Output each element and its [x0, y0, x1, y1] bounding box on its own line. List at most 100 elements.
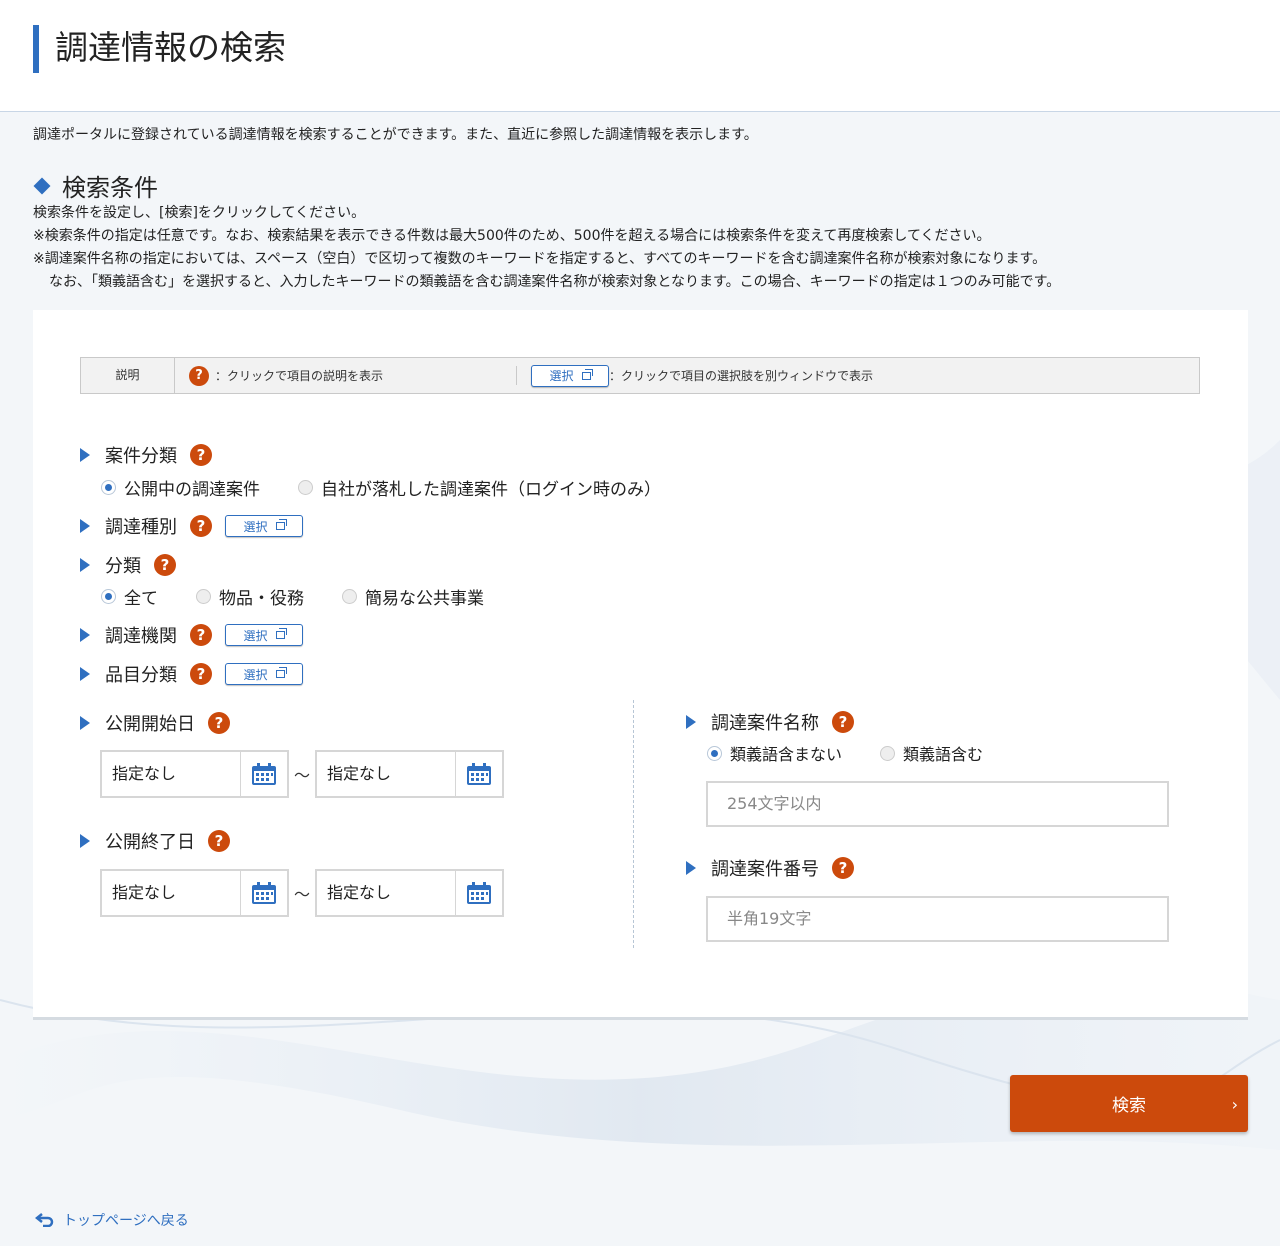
field-label: 公開開始日: [105, 714, 195, 735]
legend-help-text: ：クリックで項目の説明を表示: [215, 369, 384, 383]
select-label: 選択: [549, 369, 574, 383]
help-icon[interactable]: ?: [190, 515, 212, 537]
case-name-input[interactable]: 254文字以内: [706, 781, 1169, 827]
radio-simple-public-works[interactable]: 簡易な公共事業: [342, 584, 484, 609]
radio-label: 公開中の調達案件: [124, 480, 260, 500]
radio-won-cases[interactable]: 自社が落札した調達案件（ログイン時のみ）: [298, 475, 661, 500]
field-label: 調達種別: [105, 517, 177, 538]
triangle-icon: [80, 667, 90, 681]
page-header: 調達情報の検索: [0, 0, 1280, 112]
publish-start-from[interactable]: 指定なし: [100, 750, 289, 798]
field-category: 分類 ?: [80, 552, 176, 578]
help-icon[interactable]: ?: [190, 444, 212, 466]
search-button-label: 検索: [1112, 1096, 1146, 1116]
field-label: 調達機関: [105, 626, 177, 647]
new-window-icon: [275, 628, 287, 639]
help-icon: ?: [189, 365, 209, 386]
instruction-line: ※検索条件の指定は任意です。なお、検索結果を表示できる件数は最大500件のため、…: [33, 228, 991, 244]
legend-help: ? ：クリックで項目の説明を表示: [175, 365, 517, 386]
search-button[interactable]: 検索 ›: [1010, 1075, 1248, 1132]
field-item-category: 品目分類 ? 選択: [80, 661, 303, 687]
calendar-icon[interactable]: [241, 752, 287, 796]
triangle-icon: [80, 716, 90, 730]
instructions: 検索条件を設定し、[検索]をクリックしてください。 ※検索条件の指定は任意です。…: [33, 202, 1060, 294]
case-name-radios: 類義語含まない 類義語含む: [707, 741, 1021, 765]
select-button[interactable]: 選択: [225, 624, 303, 646]
help-icon[interactable]: ?: [208, 830, 230, 852]
field-case-name: 調達案件名称 ?: [686, 709, 854, 735]
radio-public-cases[interactable]: 公開中の調達案件: [101, 475, 260, 500]
triangle-icon: [80, 834, 90, 848]
triangle-icon: [80, 558, 90, 572]
select-button-sample: 選択: [531, 364, 609, 387]
radio-exclude-synonyms[interactable]: 類義語含まない: [707, 741, 842, 765]
field-agency: 調達機関 ? 選択: [80, 622, 303, 648]
radio-dot[interactable]: [880, 745, 896, 761]
calendar-icon[interactable]: [241, 871, 287, 915]
radio-all[interactable]: 全て: [101, 584, 158, 609]
publish-start-to[interactable]: 指定なし: [315, 750, 504, 798]
field-publish-start: 公開開始日 ?: [80, 710, 230, 736]
field-label: 調達案件名称: [711, 713, 819, 734]
help-icon[interactable]: ?: [154, 554, 176, 576]
legend-select: 選択 ：クリックで項目の選択肢を別ウィンドウで表示: [517, 364, 874, 387]
back-link-label[interactable]: トップページへ戻る: [63, 1210, 189, 1230]
select-label: 選択: [243, 628, 268, 643]
case-number-input[interactable]: 半角19文字: [706, 896, 1169, 942]
radio-dot[interactable]: [707, 745, 722, 761]
legend-select-text: ：クリックで項目の選択肢を別ウィンドウで表示: [609, 369, 874, 383]
search-panel: 説明 ? ：クリックで項目の説明を表示 選択 ：クリックで項目の選択肢を別ウィン…: [33, 310, 1248, 1020]
select-label: 選択: [243, 519, 268, 534]
select-label: 選択: [243, 667, 268, 682]
date-value[interactable]: 指定なし: [102, 752, 241, 796]
field-label: 調達案件番号: [711, 859, 819, 880]
radio-goods-services[interactable]: 物品・役務: [196, 584, 304, 609]
select-button[interactable]: 選択: [225, 663, 303, 685]
field-case-type: 案件分類 ?: [80, 442, 212, 468]
radio-label: 簡易な公共事業: [365, 589, 484, 609]
triangle-icon: [80, 448, 90, 462]
range-separator: ～: [293, 766, 310, 785]
radio-include-synonyms[interactable]: 類義語含む: [880, 741, 983, 765]
radio-dot[interactable]: [196, 589, 211, 604]
help-icon[interactable]: ?: [190, 663, 212, 685]
intro-text: 調達ポータルに登録されている調達情報を検索することができます。また、直近に参照し…: [33, 127, 758, 143]
date-value[interactable]: 指定なし: [317, 871, 456, 915]
publish-end-from[interactable]: 指定なし: [100, 869, 289, 917]
date-value[interactable]: 指定なし: [102, 871, 241, 915]
radio-dot[interactable]: [298, 480, 313, 495]
calendar-icon[interactable]: [456, 752, 502, 796]
date-value[interactable]: 指定なし: [317, 752, 456, 796]
title-accent-bar: [33, 25, 39, 73]
radio-dot[interactable]: [101, 480, 116, 495]
field-case-number: 調達案件番号 ?: [686, 855, 854, 881]
page-title: 調達情報の検索: [55, 28, 286, 67]
field-label: 品目分類: [105, 665, 177, 686]
new-window-icon: [275, 519, 287, 530]
publish-end-to[interactable]: 指定なし: [315, 869, 504, 917]
publish-start-range: 指定なし ～ 指定なし: [100, 750, 504, 798]
instruction-line: 検索条件を設定し、[検索]をクリックしてください。: [33, 205, 366, 221]
triangle-icon: [686, 861, 696, 875]
help-icon[interactable]: ?: [190, 624, 212, 646]
radio-dot[interactable]: [101, 589, 116, 604]
instruction-line: なお、「類義語含む」を選択すると、入力したキーワードの類義語を含む調達案件名称が…: [49, 274, 1061, 290]
return-arrow-icon: [35, 1213, 54, 1227]
radio-label: 類義語含む: [903, 745, 984, 764]
radio-label: 全て: [124, 589, 158, 609]
field-label: 案件分類: [105, 446, 177, 467]
help-icon[interactable]: ?: [208, 712, 230, 734]
help-icon[interactable]: ?: [832, 711, 854, 733]
field-label: 分類: [105, 556, 141, 577]
triangle-icon: [80, 628, 90, 642]
section-title-text: 検索条件: [62, 174, 158, 202]
diamond-icon: [33, 177, 51, 194]
radio-dot[interactable]: [342, 589, 357, 604]
calendar-icon[interactable]: [456, 871, 502, 915]
instruction-line: ※調達案件名称の指定においては、スペース（空白）で区切って複数のキーワードを指定…: [33, 251, 1047, 267]
radio-label: 物品・役務: [219, 589, 304, 609]
select-button[interactable]: 選択: [225, 515, 303, 537]
back-to-top-link[interactable]: トップページへ戻る: [35, 1210, 189, 1230]
radio-label: 自社が落札した調達案件（ログイン時のみ）: [321, 480, 661, 500]
help-icon[interactable]: ?: [832, 857, 854, 879]
